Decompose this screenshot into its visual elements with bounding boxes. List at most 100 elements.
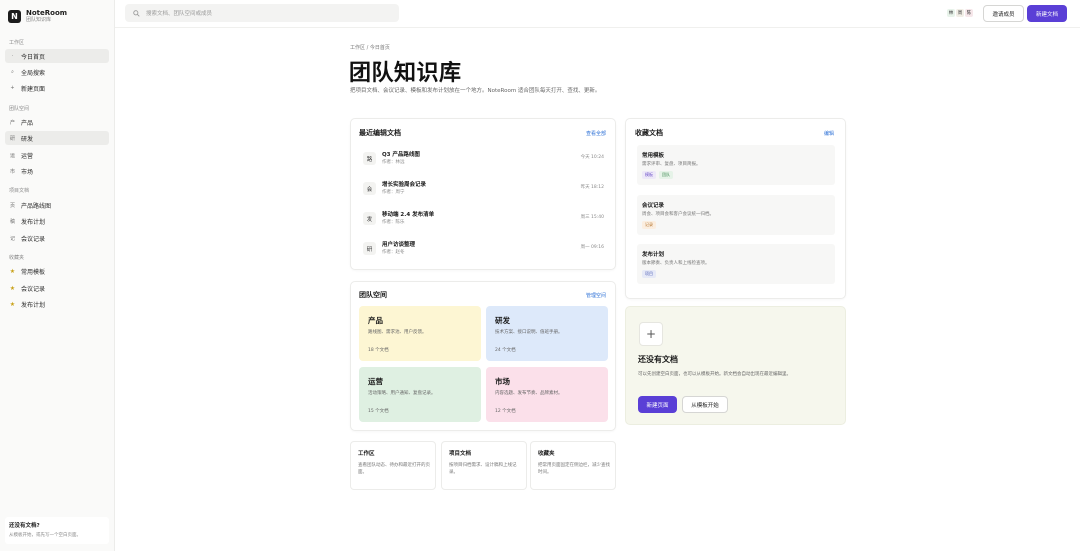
space-desc: 路线图、需求池、用户反馈。 bbox=[368, 330, 427, 335]
sidebar-item-release-plan[interactable]: 稿 发布计划 bbox=[5, 214, 109, 228]
view-all-link[interactable]: 查看全部 bbox=[586, 130, 606, 137]
search-input[interactable]: 搜索文档、团队空间或成员 bbox=[125, 4, 399, 22]
sidebar-item-roadmap[interactable]: 页 产品路线图 bbox=[5, 198, 109, 212]
sidebar-item-label: 发布计划 bbox=[21, 218, 46, 226]
doc-row[interactable]: 发 移动端 2.4 发布清单 作者：陈乐 周三 15:40 bbox=[361, 209, 607, 231]
sidebar-item-product[interactable]: 产 产品 bbox=[5, 115, 109, 129]
sidebar-item-search[interactable]: ⌕ 全局搜索 bbox=[5, 65, 109, 79]
space-card-product[interactable]: 产品 路线图、需求池、用户反馈。 18 个文档 bbox=[359, 306, 481, 361]
sidebar: N NoteRoom 团队知识库 工作区 · 今日首页 ⌕ 全局搜索 + 新建页… bbox=[0, 0, 115, 551]
from-template-button[interactable]: 从模板开始 bbox=[682, 396, 728, 413]
sidebar-item-label: 会议记录 bbox=[21, 235, 46, 243]
favorites-title: 收藏文档 bbox=[635, 129, 663, 137]
doc-time: 昨天 18:12 bbox=[580, 185, 604, 190]
brand-subtitle: 团队知识库 bbox=[26, 17, 52, 23]
sidebar-item-label: 会议记录 bbox=[21, 285, 46, 293]
search-icon bbox=[133, 9, 140, 17]
sidebar-item-label: 产品 bbox=[21, 119, 34, 127]
team-spaces-title: 团队空间 bbox=[359, 291, 387, 299]
sidebar-item-label: 新建页面 bbox=[21, 85, 46, 93]
page-description: 把项目文档、会议记录、模板和发布计划放在一个地方。NoteRoom 适合团队每天… bbox=[350, 88, 601, 94]
sidebar-footer-title: 还没有文档? bbox=[9, 523, 40, 529]
space-name: 运营 bbox=[368, 377, 383, 386]
doc-name: 移动端 2.4 发布清单 bbox=[382, 212, 435, 218]
edit-favorites-link[interactable]: 编辑 bbox=[824, 130, 834, 137]
page-title: 团队知识库 bbox=[349, 61, 462, 86]
manage-spaces-link[interactable]: 管理空间 bbox=[586, 292, 606, 299]
sidebar-item-engineering[interactable]: 研 研发 bbox=[5, 131, 109, 145]
mini-card-favorites[interactable]: 收藏夹 把常用页面固定在侧边栏，减少查找时间。 bbox=[530, 441, 616, 490]
sidebar-item-label: 发布计划 bbox=[21, 301, 46, 309]
recent-docs-title: 最近编辑文档 bbox=[359, 129, 401, 137]
invite-button[interactable]: 邀请成员 bbox=[983, 5, 1024, 22]
sidebar-item-meeting-notes[interactable]: 记 会议记录 bbox=[5, 231, 109, 245]
space-count: 18 个文档 bbox=[368, 348, 389, 353]
space-desc: 技术方案、接口说明、值班手册。 bbox=[495, 330, 563, 335]
sidebar-item-label: 今日首页 bbox=[21, 53, 46, 61]
new-doc-button[interactable]: 新建文档 bbox=[1027, 5, 1067, 22]
space-card-operations[interactable]: 运营 活动策略、用户通知、复盘记录。 15 个文档 bbox=[359, 367, 481, 422]
favorite-item[interactable]: 常用模板 需求评审、复盘、项目简报。 模板 团队 bbox=[637, 145, 835, 185]
sidebar-footer-desc: 从模板开始，或先写一个空白页面。 bbox=[9, 533, 81, 538]
avatar[interactable]: 陈 bbox=[965, 9, 973, 17]
sidebar-item-fav-meetings[interactable]: ★ 会议记录 bbox=[5, 281, 109, 295]
star-icon: ★ bbox=[9, 300, 16, 308]
sidebar-item-operations[interactable]: 运 运营 bbox=[5, 148, 109, 162]
sidebar-item-new-page[interactable]: + 新建页面 bbox=[5, 81, 109, 95]
sidebar-item-label: 运营 bbox=[21, 152, 34, 160]
mini-card-desc: 按项目归档需求、设计稿和上线记录。 bbox=[449, 463, 517, 475]
sidebar-item-today[interactable]: · 今日首页 bbox=[5, 49, 109, 63]
new-page-button[interactable]: 新建页面 bbox=[638, 396, 677, 413]
favorite-tags: 记录 bbox=[642, 221, 656, 229]
mini-card-workspace[interactable]: 工作区 查看团队动态、待办和最近打开的页面。 bbox=[350, 441, 436, 490]
plus-icon[interactable]: + bbox=[639, 322, 663, 346]
doc-icon: 研 bbox=[363, 242, 376, 255]
search-placeholder: 搜索文档、团队空间或成员 bbox=[146, 11, 213, 17]
brand[interactable]: N NoteRoom 团队知识库 bbox=[8, 9, 67, 24]
space-name: 研发 bbox=[495, 316, 510, 325]
avatar[interactable]: 林 bbox=[947, 9, 955, 17]
mini-card-desc: 把常用页面固定在侧边栏，减少查找时间。 bbox=[538, 463, 610, 475]
space-count: 12 个文档 bbox=[495, 409, 516, 414]
sidebar-footer: 还没有文档? 从模板开始，或先写一个空白页面。 bbox=[5, 517, 109, 544]
operations-icon: 运 bbox=[9, 152, 15, 159]
favorite-name: 会议记录 bbox=[642, 203, 665, 209]
doc-author: 作者：赵冬 bbox=[382, 250, 405, 255]
plus-icon: + bbox=[10, 85, 15, 91]
space-card-engineering[interactable]: 研发 技术方案、接口说明、值班手册。 24 个文档 bbox=[486, 306, 608, 361]
space-name: 市场 bbox=[495, 377, 510, 386]
page-icon: 页 bbox=[9, 202, 15, 209]
section-label-spaces: 团队空间 bbox=[9, 106, 30, 112]
star-icon: ★ bbox=[9, 267, 16, 275]
section-label-projects: 项目文档 bbox=[9, 188, 30, 194]
avatar[interactable]: 周 bbox=[956, 9, 964, 17]
doc-author: 作者：陈乐 bbox=[382, 220, 405, 225]
sidebar-item-marketing[interactable]: 市 市场 bbox=[5, 164, 109, 178]
empty-state-desc: 可以先创建空白页面，也可以从模板开始。新文档会自动出现在最近编辑里。 bbox=[638, 372, 791, 377]
favorite-desc: 版本節奏、负责人和上线检查项。 bbox=[642, 261, 710, 266]
space-card-marketing[interactable]: 市场 内容选题、发布节奏、品牌素材。 12 个文档 bbox=[486, 367, 608, 422]
tag-badge: 团队 bbox=[659, 171, 673, 179]
doc-row[interactable]: 会 增长实验周会记录 作者：周宁 昨天 18:12 bbox=[361, 179, 607, 201]
doc-row[interactable]: 路 Q3 产品路线图 作者：林远 今天 10:24 bbox=[361, 149, 607, 171]
doc-icon: 会 bbox=[363, 182, 376, 195]
favorite-item[interactable]: 会议记录 周会、项目会和客户会议统一归档。 记录 bbox=[637, 195, 835, 235]
space-name: 产品 bbox=[368, 316, 383, 325]
sidebar-item-fav-release[interactable]: ★ 发布计划 bbox=[5, 297, 109, 311]
favorite-desc: 需求评审、复盘、项目简报。 bbox=[642, 162, 701, 167]
sidebar-item-label: 研发 bbox=[21, 135, 34, 143]
mini-card-title: 工作区 bbox=[358, 451, 375, 457]
member-avatars[interactable]: 林 周 陈 bbox=[947, 9, 973, 17]
favorite-item[interactable]: 发布计划 版本節奏、负责人和上线检查项。 项目 bbox=[637, 244, 835, 284]
doc-name: Q3 产品路线图 bbox=[382, 152, 420, 158]
tag-badge: 模板 bbox=[642, 171, 656, 179]
space-desc: 活动策略、用户通知、复盘记录。 bbox=[368, 391, 436, 396]
mini-card-projects[interactable]: 项目文档 按项目归档需求、设计稿和上线记录。 bbox=[441, 441, 527, 490]
sidebar-item-label: 产品路线图 bbox=[21, 202, 52, 210]
doc-author: 作者：周宁 bbox=[382, 190, 405, 195]
sidebar-item-templates[interactable]: ★ 常用模板 bbox=[5, 264, 109, 278]
doc-row[interactable]: 研 用户访谈整理 作者：赵冬 周一 09:16 bbox=[361, 239, 607, 261]
product-icon: 产 bbox=[9, 119, 15, 126]
favorite-name: 常用模板 bbox=[642, 153, 665, 159]
marketing-icon: 市 bbox=[9, 168, 15, 175]
